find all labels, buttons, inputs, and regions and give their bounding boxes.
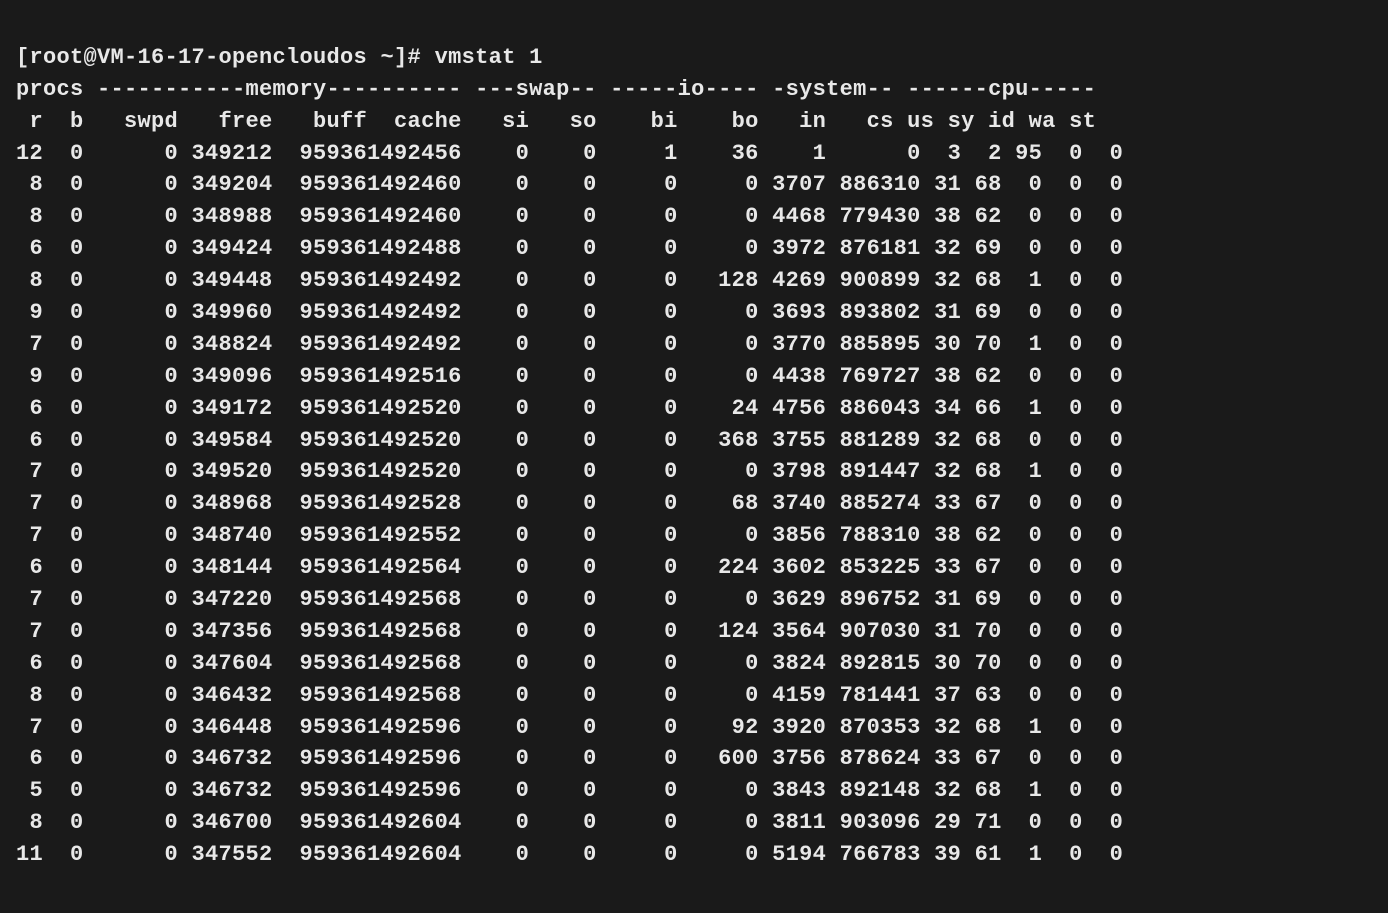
vmstat-rows: 12 0 0 349212 959361492456 0 0 1 36 1 0 …	[16, 138, 1372, 871]
terminal-output[interactable]: [root@VM-16-17-opencloudos ~]# vmstat 1 …	[0, 0, 1388, 913]
command-text: vmstat 1	[435, 45, 543, 70]
shell-prompt: [root@VM-16-17-opencloudos ~]#	[16, 45, 435, 70]
vmstat-header-columns: r b swpd free buff cache si so bi bo in …	[16, 109, 1096, 134]
vmstat-header-groups: procs -----------memory---------- ---swa…	[16, 77, 1096, 102]
